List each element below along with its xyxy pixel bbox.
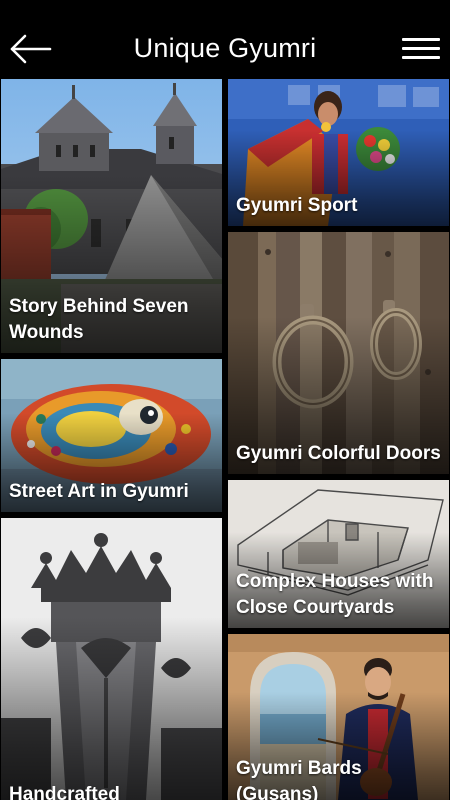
tile-street-art-in-gyumri[interactable]: Street Art in Gyumri xyxy=(1,359,222,512)
back-arrow-icon xyxy=(10,34,52,64)
tile-label: Gyumri Colorful Doors xyxy=(236,443,441,464)
tile-shade xyxy=(1,616,222,800)
app-header: Unique Gyumri xyxy=(0,0,450,78)
hamburger-menu-icon xyxy=(402,38,440,41)
hamburger-line xyxy=(402,47,440,50)
back-button[interactable] xyxy=(8,32,54,66)
menu-button[interactable] xyxy=(400,36,442,64)
tile-label: Street Art in Gyumri xyxy=(9,481,189,502)
tile-gyumri-colorful-doors[interactable]: Gyumri Colorful Doors xyxy=(228,232,449,474)
tile-complex-houses[interactable]: Complex Houses with Close Courtyards xyxy=(228,480,449,628)
tile-label: Gyumri Bards (Gusans) xyxy=(236,758,362,800)
tile-label: Handcrafted xyxy=(9,784,120,800)
tile-gyumri-sport[interactable]: Gyumri Sport xyxy=(228,79,449,226)
page-title: Unique Gyumri xyxy=(133,33,317,63)
tile-story-behind-seven-wounds[interactable]: Story Behind Seven Wounds xyxy=(1,79,222,353)
hamburger-line xyxy=(402,56,440,59)
tile-label: Complex Houses with Close Courtyards xyxy=(236,571,434,618)
tile-handcrafted[interactable]: Handcrafted xyxy=(1,518,222,800)
tile-gyumri-bards[interactable]: Gyumri Bards (Gusans) xyxy=(228,634,449,800)
tile-label: Story Behind Seven Wounds xyxy=(9,296,189,343)
tile-label: Gyumri Sport xyxy=(236,195,358,216)
